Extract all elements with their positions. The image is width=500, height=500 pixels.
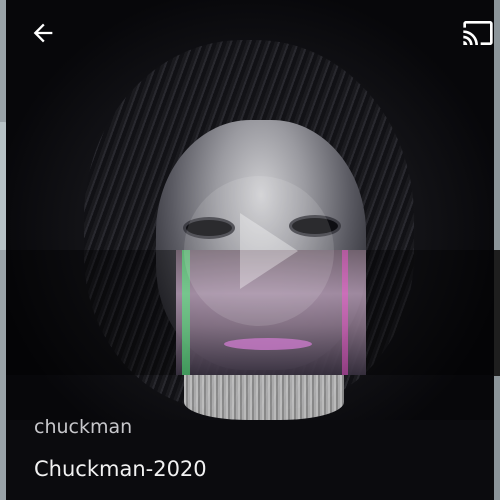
track-title: Chuckman-2020 [34, 457, 207, 481]
track-info: chuckman Chuckman-2020 [34, 414, 464, 484]
back-button[interactable] [26, 16, 60, 50]
track-screen: chuckman Chuckman-2020 [0, 0, 500, 500]
cast-button[interactable] [460, 16, 496, 50]
cast-icon [463, 21, 493, 45]
artwork-mouth [224, 338, 312, 350]
artwork-glitch-magenta [342, 250, 348, 375]
arrow-left-icon [33, 23, 53, 43]
track-author[interactable]: chuckman [34, 414, 464, 440]
play-icon [240, 213, 298, 289]
